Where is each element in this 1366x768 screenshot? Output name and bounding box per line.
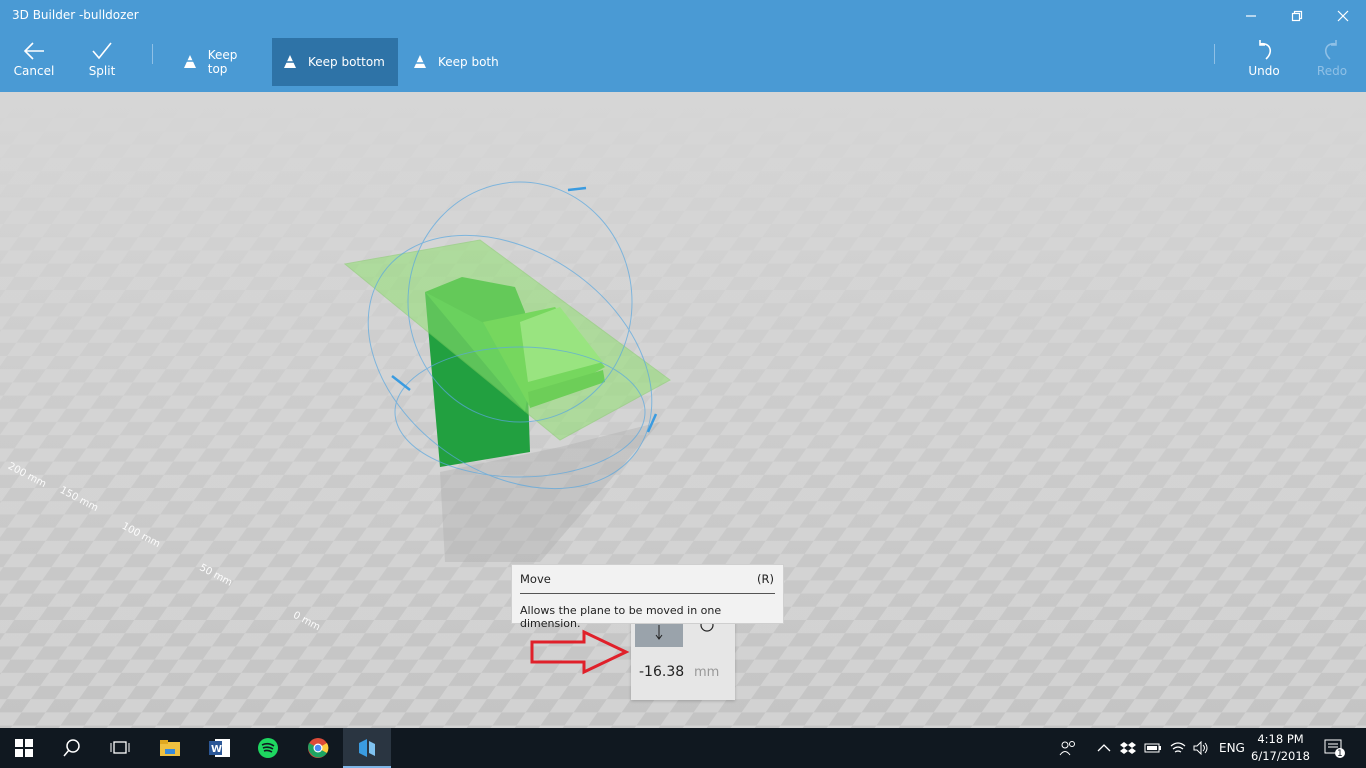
undo-icon: [1259, 40, 1272, 60]
toolbar-separator-right: [1214, 44, 1215, 64]
title-bar: 3D Builder -bulldozer: [0, 0, 1366, 32]
restore-icon: [1291, 10, 1303, 22]
keep-both-icon: [412, 55, 428, 68]
3d-builder-icon: [359, 739, 375, 757]
word-icon: W: [209, 739, 230, 757]
move-unit-label: mm: [694, 665, 720, 680]
cancel-button[interactable]: Cancel: [14, 38, 54, 78]
tooltip-shortcut: (R): [757, 572, 774, 586]
keep-both-label: Keep both: [438, 55, 499, 69]
people-icon[interactable]: [1058, 728, 1078, 768]
svg-text:W: W: [211, 744, 222, 755]
start-button[interactable]: [0, 728, 48, 768]
keep-bottom-label: Keep bottom: [308, 55, 385, 69]
task-view-button[interactable]: [96, 728, 144, 768]
cancel-label: Cancel: [13, 64, 55, 78]
3d-builder-button[interactable]: [343, 728, 391, 768]
task-view-icon: [110, 741, 130, 754]
windows-logo-icon: [15, 739, 33, 757]
file-explorer-icon: [160, 740, 180, 756]
tooltip-title: Move: [520, 572, 551, 586]
clock-time: 4:18 PM: [1257, 732, 1304, 746]
redo-button[interactable]: Redo: [1312, 38, 1352, 78]
wifi-icon[interactable]: [1170, 728, 1186, 768]
keep-top-icon: [182, 55, 198, 68]
keep-bottom-icon: [282, 55, 298, 68]
keep-top-option[interactable]: Keep top: [172, 38, 272, 86]
clock-date: 6/17/2018: [1251, 749, 1310, 763]
redo-icon: [1324, 40, 1337, 60]
search-icon: [63, 739, 80, 757]
close-button[interactable]: [1320, 0, 1366, 32]
back-arrow-icon: [23, 42, 44, 60]
search-button[interactable]: [48, 728, 96, 768]
notification-count: 1: [1337, 749, 1343, 759]
keep-top-label: Keep top: [207, 48, 238, 76]
action-center-button[interactable]: 1: [1324, 728, 1346, 768]
keep-both-option[interactable]: Keep both: [402, 38, 512, 86]
undo-label: Undo: [1248, 64, 1280, 78]
chevron-up-icon[interactable]: [1097, 728, 1111, 768]
toolbar: Cancel Split Keep top Keep bottom Keep b…: [0, 32, 1366, 92]
undo-button[interactable]: Undo: [1244, 38, 1284, 78]
close-icon: [1337, 10, 1349, 22]
minimize-button[interactable]: [1228, 0, 1274, 32]
taskbar: W ENG 4:18 PM 6/17/2018 1: [0, 728, 1366, 768]
tooltip-divider: [520, 593, 775, 594]
annotation-arrow: [530, 629, 630, 675]
keep-bottom-option[interactable]: Keep bottom: [272, 38, 398, 86]
spotify-button[interactable]: [244, 728, 292, 768]
battery-icon[interactable]: [1144, 728, 1162, 768]
tooltip-description: Allows the plane to be moved in one dime…: [520, 604, 722, 630]
restore-button[interactable]: [1274, 0, 1320, 32]
spotify-icon: [258, 738, 278, 758]
checkmark-icon: [92, 42, 112, 60]
move-tooltip: Move (R) Allows the plane to be moved in…: [511, 564, 784, 630]
toolbar-separator: [152, 44, 153, 64]
volume-icon[interactable]: [1193, 728, 1209, 768]
redo-label: Redo: [1316, 64, 1348, 78]
word-button[interactable]: W: [196, 728, 244, 768]
clock[interactable]: 4:18 PM 6/17/2018: [1251, 731, 1310, 765]
window-title: 3D Builder -bulldozer: [12, 8, 139, 22]
split-label: Split: [88, 64, 116, 78]
split-button[interactable]: Split: [82, 38, 122, 78]
file-explorer-button[interactable]: [146, 728, 194, 768]
language-indicator[interactable]: ENG: [1219, 728, 1245, 768]
dropbox-icon[interactable]: [1120, 728, 1136, 768]
move-value-field[interactable]: -16.38: [639, 664, 684, 680]
language-label: ENG: [1219, 741, 1245, 755]
chrome-button[interactable]: [294, 728, 342, 768]
minimize-icon: [1246, 15, 1256, 17]
chrome-icon: [308, 738, 329, 758]
